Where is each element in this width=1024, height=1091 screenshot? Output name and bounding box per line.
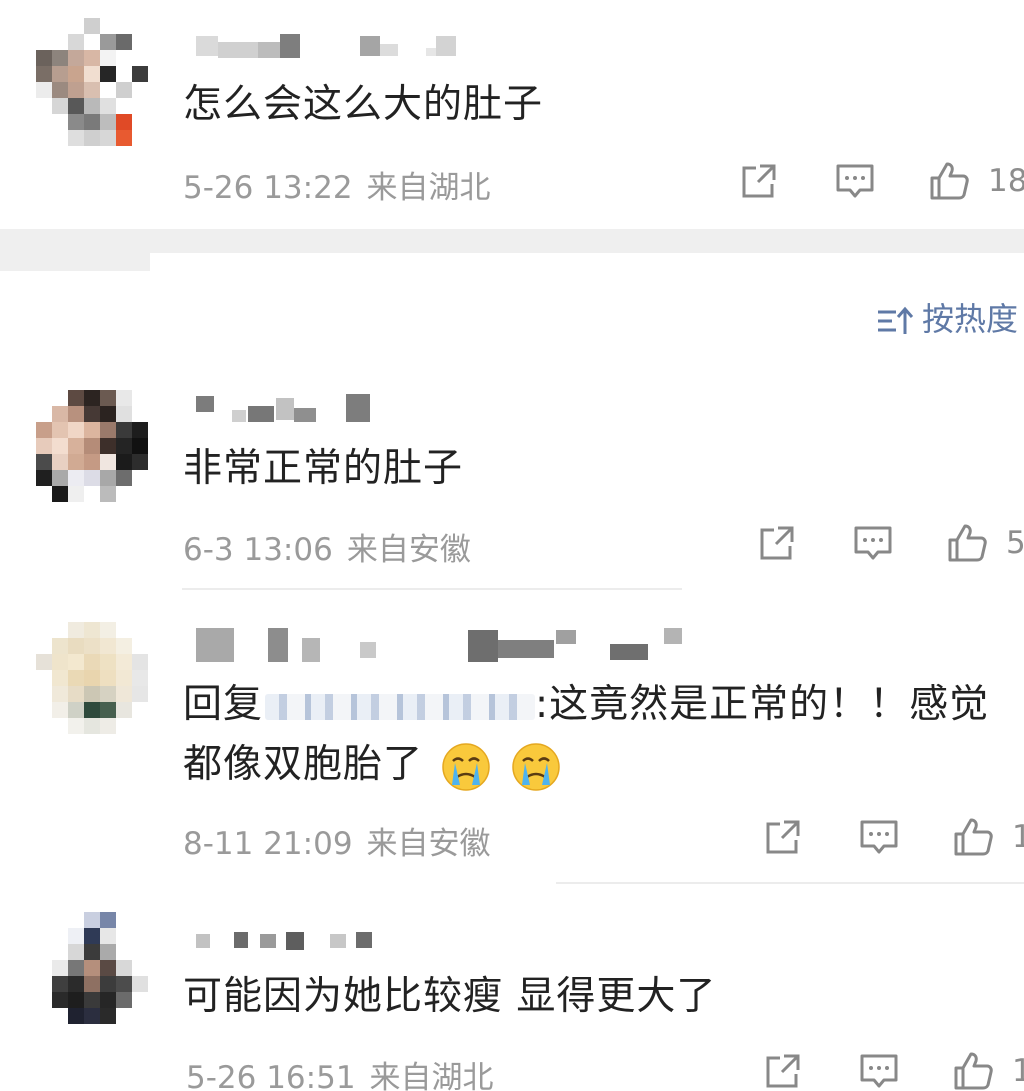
comment-text: 非常正常的肚子 <box>183 446 464 491</box>
comment-text-line2: 都像双胞胎了 <box>183 736 562 794</box>
comment-text: :这竟然是正常的！！感觉 <box>535 682 990 727</box>
share-icon[interactable] <box>762 816 804 858</box>
comment-actions: 1 <box>762 1050 1024 1091</box>
comment-icon[interactable] <box>858 1050 900 1091</box>
comment-meta: 6-3 13:06 来自安徽 <box>183 524 471 569</box>
mentioned-username-pixelated[interactable] <box>265 693 536 720</box>
avatar[interactable] <box>36 390 164 518</box>
avatar[interactable] <box>36 622 164 750</box>
comment-divider <box>556 882 1024 884</box>
crying-face-emoji <box>512 742 560 791</box>
comment-icon[interactable] <box>858 816 900 858</box>
share-icon[interactable] <box>738 160 780 202</box>
thumbs-up-icon[interactable] <box>952 1050 994 1091</box>
comment-text: 可能因为她比较瘦 显得更大了 <box>183 974 717 1019</box>
comment-time: 5-26 13:22 <box>183 170 353 206</box>
comment-divider <box>182 588 682 590</box>
separator-notch <box>0 253 150 271</box>
comment-list-page: 怎么会这么大的肚子 5-26 13:22 来自湖北 18 按热度 非常正常的肚子… <box>0 0 1024 1091</box>
comment-meta: 8-11 21:09 来自安徽 <box>183 818 491 863</box>
comment-actions: 1 <box>762 816 1024 860</box>
thumbs-up-icon[interactable] <box>928 160 970 202</box>
comment-location: 来自安徽 <box>366 826 491 862</box>
reply-prefix: 回复 <box>183 682 264 727</box>
comment-meta: 5-26 13:22 来自湖北 <box>183 162 491 207</box>
sort-toggle[interactable]: 按热度 <box>876 294 1018 338</box>
username-pixelated[interactable] <box>196 928 386 958</box>
avatar[interactable] <box>36 18 164 146</box>
comment-location: 来自安徽 <box>346 532 471 568</box>
thumbs-up-icon[interactable] <box>946 522 988 564</box>
comment-location: 来自湖北 <box>366 170 491 206</box>
comment-location: 来自湖北 <box>369 1060 494 1091</box>
share-icon[interactable] <box>756 522 798 564</box>
sort-icon <box>878 306 914 334</box>
comment-icon[interactable] <box>834 160 876 202</box>
sort-label: 按热度 <box>922 300 1019 338</box>
comment-text-line1: 回复 :这竟然是正常的！！感觉 <box>183 676 989 734</box>
like-count: 1 <box>1012 1053 1024 1089</box>
comment-actions: 18 <box>738 160 1024 204</box>
username-pixelated[interactable] <box>196 628 686 662</box>
like-count: 18 <box>988 163 1024 199</box>
section-separator <box>0 229 1024 271</box>
like-count: 1 <box>1012 819 1024 855</box>
comment-time: 8-11 21:09 <box>183 826 353 862</box>
username-pixelated[interactable] <box>196 394 396 424</box>
comment-meta: 5-26 16:51 来自湖北 <box>186 1052 494 1091</box>
avatar[interactable] <box>36 912 164 1040</box>
share-icon[interactable] <box>762 1050 804 1091</box>
comment-text: 怎么会这么大的肚子 <box>183 82 544 127</box>
like-count: 5 <box>1006 525 1024 561</box>
comment-text-continued: 都像双胞胎了 <box>183 742 424 787</box>
comment-time: 6-3 13:06 <box>183 532 333 568</box>
comment-time: 5-26 16:51 <box>186 1060 356 1091</box>
username-pixelated[interactable] <box>196 32 476 62</box>
comment-icon[interactable] <box>852 522 894 564</box>
crying-face-emoji <box>442 742 491 791</box>
comment-actions: 5 <box>756 522 1024 566</box>
thumbs-up-icon[interactable] <box>952 816 994 858</box>
